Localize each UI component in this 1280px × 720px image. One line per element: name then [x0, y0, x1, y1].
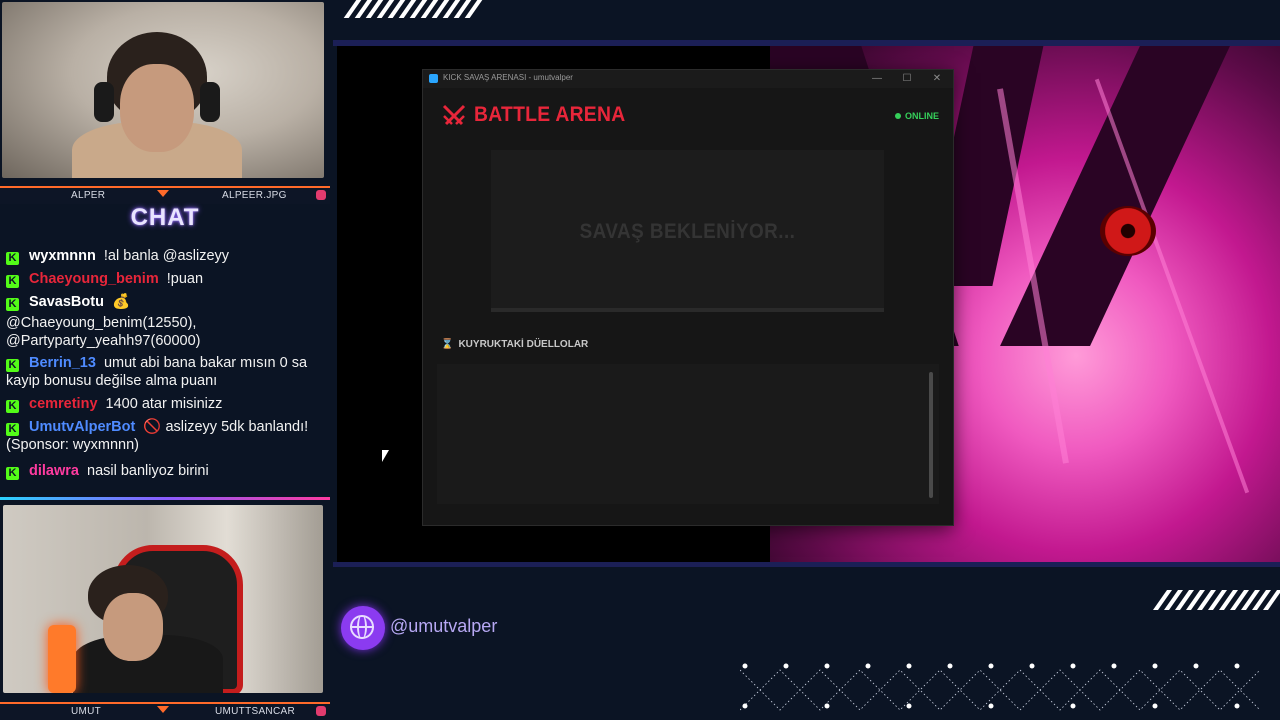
chat-username[interactable]: SavasBotu — [29, 294, 104, 310]
chat-text: @Chaeyoung_benim(12550), @Partyparty_yea… — [6, 315, 201, 349]
kick-badge-icon: K — [6, 298, 19, 311]
chat-message: Kdilawra nasil banliyoz birini — [6, 462, 324, 480]
chat-message: Kwyxmnnn !al banla @aslizeyy — [6, 247, 324, 265]
window-title: KICK SAVAŞ ARENASI - umutvalper — [443, 73, 573, 82]
queue-heading: ⌛ KUYRUKTAKİ DÜELLOLAR — [441, 339, 588, 350]
webcam-top — [2, 2, 324, 178]
webcam-bottom — [3, 505, 323, 693]
ban-icon: 🚫 — [143, 419, 162, 435]
arena-status-text: SAVAŞ BEKLENİYOR... — [579, 220, 796, 243]
chat-text: 1400 atar misinizz — [105, 396, 223, 412]
queue-list[interactable] — [437, 364, 939, 504]
decorative-stripes — [343, 0, 483, 18]
chat-message: Kcemretiny 1400 atar misinizz — [6, 395, 324, 413]
kick-badge-icon: K — [6, 467, 19, 480]
chat-username[interactable]: cemretiny — [29, 396, 98, 412]
queue-title: KUYRUKTAKİ DÜELLOLAR — [458, 339, 589, 350]
window-titlebar[interactable]: KICK SAVAŞ ARENASI - umutvalper — ☐ ✕ — [423, 70, 953, 88]
kick-badge-icon: K — [6, 252, 19, 265]
decorative-stripes — [1152, 590, 1280, 610]
kick-badge-icon: K — [6, 423, 19, 436]
chat-panel: Kwyxmnnn !al banla @aslizeyy K Chaeyoung_… — [0, 228, 330, 498]
kick-badge-icon: K — [6, 359, 19, 372]
kick-badge-icon: K — [6, 400, 19, 413]
chat-message: K UmutvAlperBot 🚫 aslizeyy 5dk banlandı! … — [6, 418, 324, 454]
instagram-icon — [316, 706, 326, 716]
webcam-top-namebar: ALPER ALPEER.JPG — [0, 186, 330, 204]
streamer-name: ALPER — [71, 190, 106, 201]
app-icon — [429, 74, 438, 83]
online-label: ONLINE — [904, 111, 939, 121]
money-bag-icon: 💰 — [111, 294, 131, 310]
headphone-icon — [200, 82, 220, 122]
sharingan-eye-icon — [1100, 206, 1156, 256]
streamer-handle: UMUTTSANCAR — [215, 706, 295, 717]
chat-username[interactable]: Berrin_13 — [29, 355, 96, 371]
kick-badge-icon: K — [6, 275, 19, 288]
triangle-icon — [157, 190, 169, 197]
arena-display: SAVAŞ BEKLENİYOR... — [491, 150, 884, 312]
webcam-bottom-namebar: UMUT UMUTTSANCAR — [0, 702, 330, 720]
minimize-button[interactable]: — — [863, 71, 891, 87]
chat-message-continued: @Chaeyoung_benim(12550), @Partyparty_yea… — [6, 314, 324, 350]
chat-username[interactable]: UmutvAlperBot — [29, 419, 135, 435]
chat-message: K Chaeyoung_benim !puan — [6, 270, 324, 288]
hourglass-icon: ⌛ — [441, 339, 454, 350]
queue-scrollbar[interactable] — [929, 372, 933, 498]
maximize-button[interactable]: ☐ — [893, 71, 921, 87]
social-handle: @umutvalper — [390, 616, 498, 636]
streamer-name: UMUT — [71, 706, 102, 717]
app-title: BATTLE ARENA — [474, 103, 626, 126]
frame-border-bottom — [333, 562, 1280, 567]
globe-icon — [341, 606, 385, 650]
decorative-diamond-pattern — [740, 663, 1261, 711]
person-face — [103, 593, 163, 661]
online-status: ONLINE — [894, 111, 939, 121]
chat-message: K SavasBotu 💰 — [6, 293, 324, 311]
chat-text: nasil banliyoz birini — [87, 463, 209, 479]
chat-text: !al banla @aslizeyy — [103, 248, 230, 264]
instagram-icon — [316, 190, 326, 200]
chat-username[interactable]: Chaeyoung_benim — [29, 271, 159, 287]
triangle-icon — [157, 706, 169, 713]
streamer-handle: ALPEER.JPG — [222, 190, 287, 201]
status-dot-icon — [894, 113, 901, 119]
close-button[interactable]: ✕ — [923, 71, 951, 87]
battle-arena-window: KICK SAVAŞ ARENASI - umutvalper — ☐ ✕ BA… — [422, 69, 954, 526]
chat-username[interactable]: wyxmnnn — [29, 248, 96, 264]
chat-message: K Berrin_13 umut abi bana bakar mısın 0 s… — [6, 354, 324, 390]
chat-divider — [0, 497, 330, 500]
mouse-cursor-icon — [382, 450, 389, 462]
crossed-swords-icon — [442, 104, 466, 126]
person-face — [120, 64, 194, 152]
chat-username[interactable]: dilawra — [29, 463, 79, 479]
headphone-icon — [94, 82, 114, 122]
lamp — [48, 625, 76, 693]
chat-text: !puan — [166, 271, 204, 287]
